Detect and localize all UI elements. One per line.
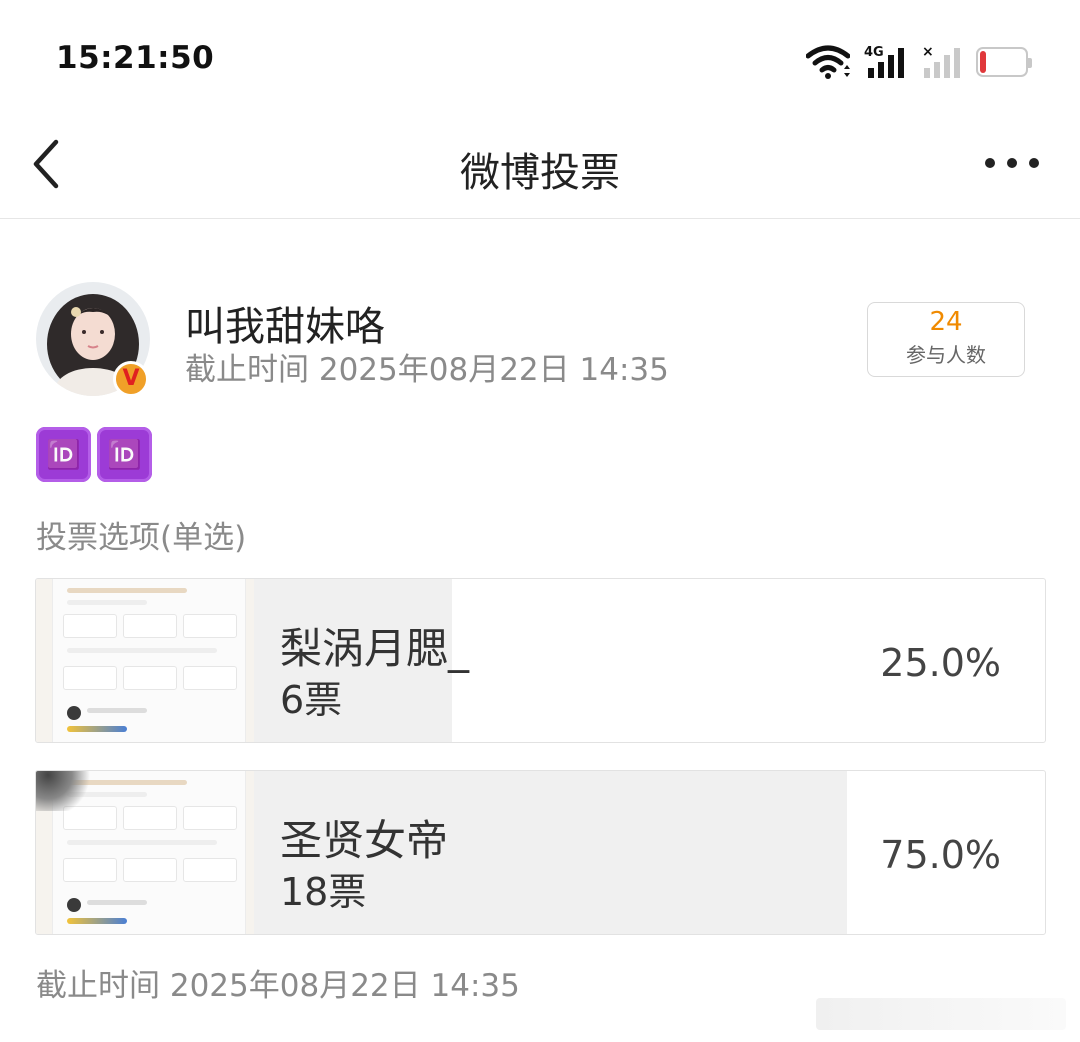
status-bar: 15:21:50 4G × 16 <box>0 0 1080 110</box>
participants-count: 24 <box>929 307 963 337</box>
more-button[interactable] <box>980 148 1044 178</box>
battery-level: 16 <box>988 50 1016 74</box>
battery-icon: 16 <box>976 47 1032 77</box>
page-title: 微博投票 <box>460 150 620 196</box>
verified-badge-icon: V <box>113 361 149 397</box>
signal-no-service-icon: × <box>922 44 960 78</box>
status-time: 15:21:50 <box>56 40 215 76</box>
nav-bar: 微博投票 <box>0 110 1080 219</box>
option-percent: 25.0% <box>880 641 1001 685</box>
footer-deadline: 截止时间 2025年08月22日 14:35 <box>36 968 520 1004</box>
emoji-row: 🆔 🆔 <box>36 427 152 482</box>
option-name: 梨涡月腮_ <box>280 624 470 673</box>
wifi-icon <box>806 45 850 79</box>
status-icons: 4G × 16 <box>806 42 1032 82</box>
signal-4g-icon: 4G <box>864 45 904 78</box>
id-emoji-icon: 🆔 <box>97 427 152 482</box>
poll-deadline: 截止时间 2025年08月22日 14:35 <box>185 352 669 388</box>
option-name: 圣贤女帝 <box>280 816 449 865</box>
poll-option[interactable]: 梨涡月腮_ 6票 25.0% <box>35 578 1046 743</box>
option-votes: 18票 <box>280 870 367 914</box>
home-indicator <box>816 998 1066 1030</box>
more-dots-icon <box>985 158 1039 168</box>
option-votes: 6票 <box>280 678 343 722</box>
option-thumbnail <box>36 771 254 934</box>
id-emoji-icon: 🆔 <box>36 427 91 482</box>
network-type-label: 4G <box>864 45 884 60</box>
poll-option[interactable]: 圣贤女帝 18票 75.0% <box>35 770 1046 935</box>
participants-box: 24 参与人数 <box>867 302 1025 377</box>
options-section-label: 投票选项(单选) <box>36 520 247 556</box>
participants-label: 参与人数 <box>906 343 986 367</box>
svg-text:×: × <box>922 44 934 60</box>
option-thumbnail <box>36 579 254 742</box>
option-percent: 75.0% <box>880 833 1001 877</box>
